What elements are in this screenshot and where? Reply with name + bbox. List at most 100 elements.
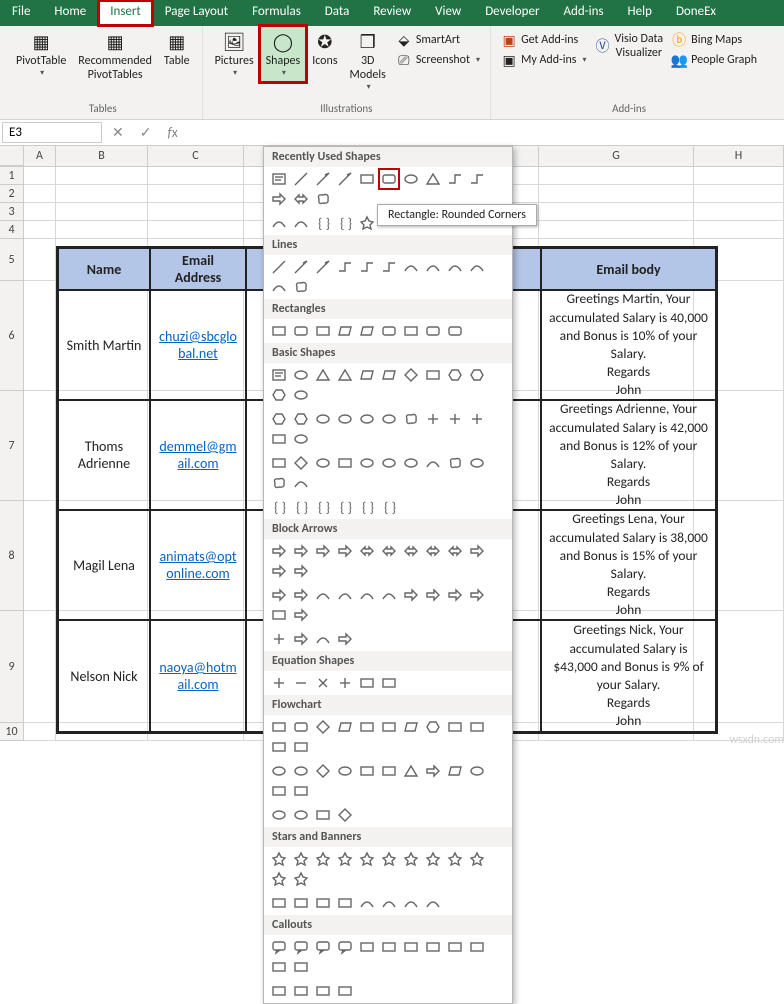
tab-help[interactable]: Help xyxy=(616,0,664,26)
cell[interactable] xyxy=(24,239,56,281)
shape-parallelo-icon[interactable] xyxy=(358,322,376,340)
shape-star-icon[interactable] xyxy=(292,850,310,868)
shape-rarrow-icon[interactable] xyxy=(336,630,354,648)
row-header[interactable]: 10 xyxy=(0,723,24,741)
shape-textbox-icon[interactable] xyxy=(270,366,288,384)
fx-icon[interactable]: fx xyxy=(159,124,185,141)
shape-tri-icon[interactable] xyxy=(336,366,354,384)
shape-elbow-icon[interactable] xyxy=(468,170,486,188)
shape-rect-icon[interactable] xyxy=(270,718,288,736)
shape-oval-icon[interactable] xyxy=(380,454,398,472)
cell-email[interactable]: naoya@hotmail.com xyxy=(150,620,246,732)
3d-models-button[interactable]: ❒3D Models xyxy=(344,26,392,96)
select-all-cell[interactable] xyxy=(0,146,24,166)
pivottable-button[interactable]: ▦PivotTable xyxy=(10,26,72,82)
screenshot-button[interactable]: ⎚Screenshot xyxy=(392,50,484,70)
shape-star-icon[interactable] xyxy=(358,214,376,232)
shape-rarrow-icon[interactable] xyxy=(424,586,442,604)
shape-callout-icon[interactable] xyxy=(314,938,332,956)
shape-parallelo-icon[interactable] xyxy=(446,762,464,780)
shape-star-icon[interactable] xyxy=(314,850,332,868)
shape-curve-icon[interactable] xyxy=(468,258,486,276)
shape-oval-icon[interactable] xyxy=(292,366,310,384)
shape-mult-icon[interactable] xyxy=(314,674,332,692)
tab-home[interactable]: Home xyxy=(42,0,98,26)
shape-hex-icon[interactable] xyxy=(446,366,464,384)
shape-rect-icon[interactable] xyxy=(314,806,332,824)
tab-developer[interactable]: Developer xyxy=(473,0,551,26)
shape-rect-icon[interactable] xyxy=(270,782,288,800)
shape-star-icon[interactable] xyxy=(468,850,486,868)
shape-rect-icon[interactable] xyxy=(446,718,464,736)
shape-plus-icon[interactable] xyxy=(270,630,288,648)
tab-addins[interactable]: Add-ins xyxy=(551,0,615,26)
shape-star-icon[interactable] xyxy=(446,850,464,868)
shape-diamond-icon[interactable] xyxy=(336,806,354,824)
cell[interactable] xyxy=(24,501,56,611)
col-header[interactable]: C xyxy=(148,146,244,166)
shape-rect-icon[interactable] xyxy=(358,718,376,736)
cell[interactable] xyxy=(539,203,694,221)
shape-hex-icon[interactable] xyxy=(270,410,288,428)
row-header[interactable]: 4 xyxy=(0,221,24,239)
shape-oval-icon[interactable] xyxy=(402,170,420,188)
shape-brace-icon[interactable]: { } xyxy=(358,498,376,516)
shape-curve-icon[interactable] xyxy=(424,894,442,912)
shape-oval-icon[interactable] xyxy=(314,454,332,472)
shape-rarrow-icon[interactable] xyxy=(424,762,442,780)
shape-darrow-icon[interactable] xyxy=(380,542,398,560)
shape-curve-icon[interactable] xyxy=(424,454,442,472)
shape-oval-icon[interactable] xyxy=(292,430,310,448)
shape-roundrect-icon[interactable] xyxy=(292,718,310,736)
shape-curve-icon[interactable] xyxy=(314,586,332,604)
cell[interactable] xyxy=(539,221,694,239)
shape-darrow-icon[interactable] xyxy=(358,542,376,560)
shape-rarrow-icon[interactable] xyxy=(314,542,332,560)
shape-curve-icon[interactable] xyxy=(358,586,376,604)
cell-email[interactable]: demmel@gmail.com xyxy=(150,400,246,510)
shape-rect-icon[interactable] xyxy=(336,894,354,912)
shape-rarrow-icon[interactable] xyxy=(292,562,310,580)
shape-rect-icon[interactable] xyxy=(380,762,398,780)
shape-plus-icon[interactable] xyxy=(336,674,354,692)
shape-rarrow-icon[interactable] xyxy=(292,630,310,648)
cell-email[interactable]: animats@optonline.com xyxy=(150,510,246,620)
tab-file[interactable]: File xyxy=(0,0,42,26)
cell[interactable] xyxy=(24,723,56,741)
table-button[interactable]: ▦Table xyxy=(158,26,196,72)
shape-rarrow-icon[interactable] xyxy=(292,606,310,624)
shape-rect-icon[interactable] xyxy=(270,322,288,340)
shape-curve-icon[interactable] xyxy=(270,278,288,296)
shape-arrowline-icon[interactable] xyxy=(336,170,354,188)
name-box[interactable] xyxy=(2,122,102,143)
shapes-button[interactable]: ◯Shapes xyxy=(260,26,307,82)
shape-callout-icon[interactable] xyxy=(336,938,354,956)
enter-formula-icon[interactable]: ✓ xyxy=(132,124,160,141)
shape-rect-icon[interactable] xyxy=(314,982,332,1000)
shape-rect-icon[interactable] xyxy=(446,938,464,956)
shape-parallelo-icon[interactable] xyxy=(358,366,376,384)
shape-blob-icon[interactable] xyxy=(292,278,310,296)
my-addins-button[interactable]: ▣My Add-ins xyxy=(497,50,590,70)
formula-input[interactable] xyxy=(186,123,784,142)
shape-rarrow-icon[interactable] xyxy=(292,542,310,560)
shape-darrow-icon[interactable] xyxy=(424,542,442,560)
shape-oval-icon[interactable] xyxy=(402,454,420,472)
shape-hex-icon[interactable] xyxy=(468,366,486,384)
shape-rect-icon[interactable] xyxy=(336,982,354,1000)
col-header[interactable]: G xyxy=(539,146,694,166)
shape-roundrect-icon[interactable] xyxy=(380,322,398,340)
recommended-pivottables-button[interactable]: ▦Recommended PivotTables xyxy=(72,26,158,86)
shape-arrowline-icon[interactable] xyxy=(314,258,332,276)
shape-oval-icon[interactable] xyxy=(292,762,310,780)
cancel-formula-icon[interactable]: ✕ xyxy=(104,124,132,141)
cell[interactable] xyxy=(56,221,148,239)
shape-rect-icon[interactable] xyxy=(402,938,420,956)
cell-email[interactable]: chuzi@sbcglobal.net xyxy=(150,290,246,400)
shape-rarrow-icon[interactable] xyxy=(270,542,288,560)
shape-blob-icon[interactable] xyxy=(446,454,464,472)
cell[interactable] xyxy=(24,281,56,391)
shape-parallelo-icon[interactable] xyxy=(336,718,354,736)
cell[interactable] xyxy=(24,391,56,501)
shape-rect-icon[interactable] xyxy=(270,606,288,624)
